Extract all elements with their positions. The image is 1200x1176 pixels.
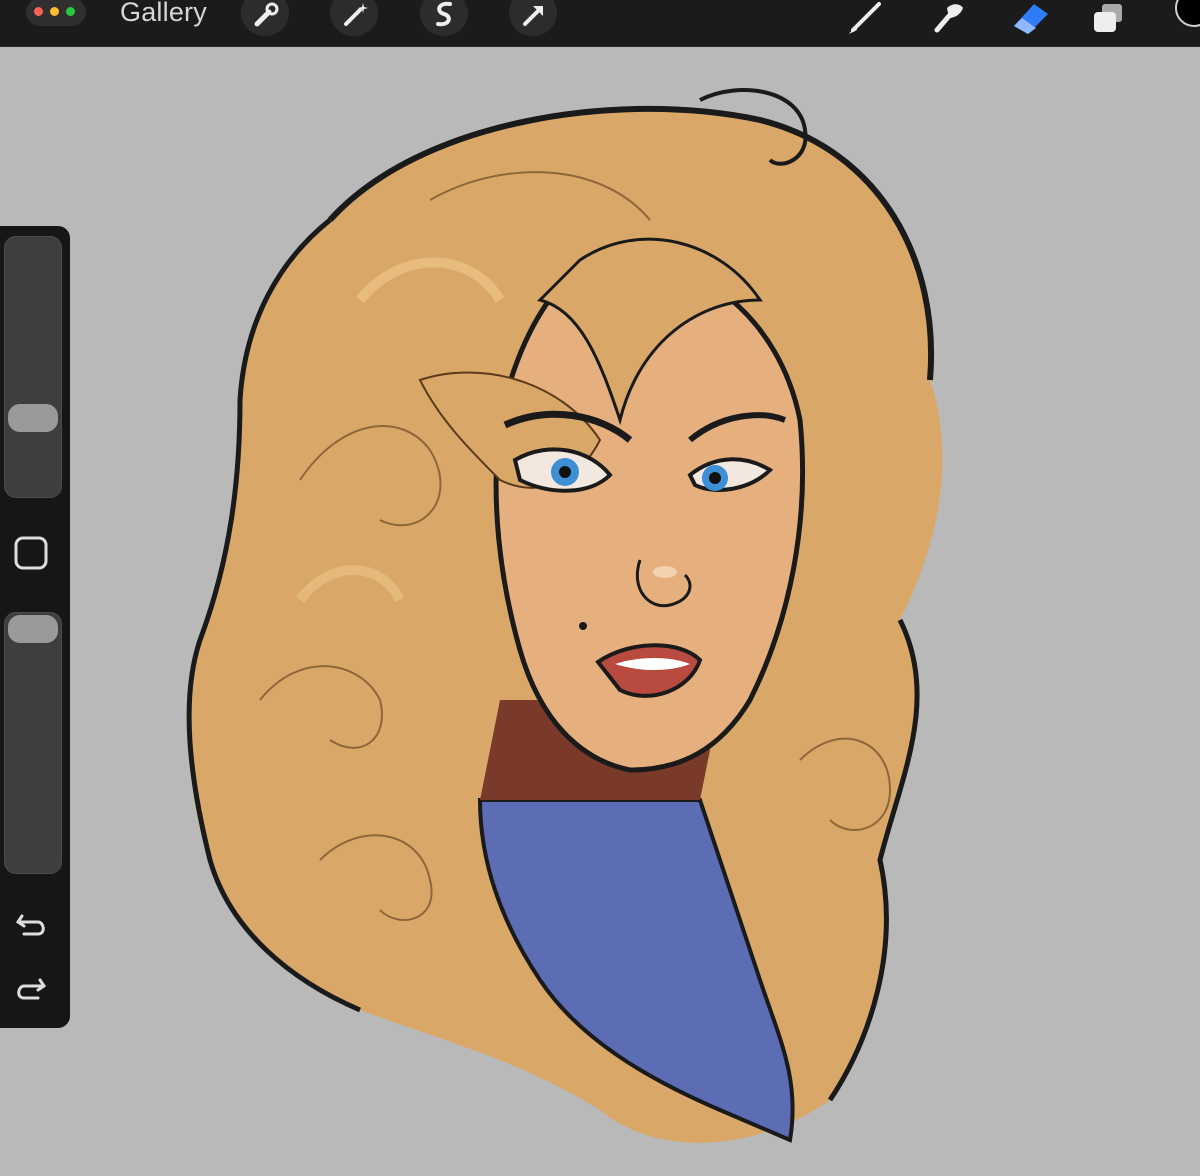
- left-sidebar: [0, 226, 70, 1028]
- eraser-icon: [1014, 4, 1048, 34]
- selection-s-icon: [436, 1, 452, 27]
- opacity-knob[interactable]: [8, 615, 58, 643]
- selection-button[interactable]: [420, 0, 468, 36]
- layers-icon: [1094, 4, 1122, 32]
- transform-button[interactable]: [509, 0, 557, 36]
- transform-arrow-icon: [523, 6, 543, 26]
- brush-size-slider[interactable]: [4, 236, 62, 498]
- undo-button[interactable]: [12, 904, 52, 944]
- layers-button[interactable]: [1086, 0, 1134, 36]
- opacity-slider[interactable]: [4, 612, 62, 874]
- brush-icon: [849, 2, 881, 34]
- smudge-button[interactable]: [925, 0, 973, 36]
- smudge-icon: [934, 4, 963, 33]
- color-icon: [1175, 0, 1200, 27]
- actions-button[interactable]: [241, 0, 289, 36]
- gallery-button[interactable]: Gallery: [120, 0, 207, 28]
- zoom-dot[interactable]: [66, 7, 75, 16]
- window-controls[interactable]: [26, 0, 86, 26]
- redo-icon: [17, 978, 47, 1000]
- top-toolbar: Gallery: [0, 0, 1200, 47]
- redo-button[interactable]: [12, 968, 52, 1008]
- drawing-canvas[interactable]: [0, 46, 1200, 1176]
- undo-icon: [15, 914, 45, 936]
- modify-button[interactable]: [12, 533, 52, 573]
- brush-button[interactable]: [843, 0, 891, 36]
- magic-wand-icon: [344, 3, 368, 26]
- brush-size-knob[interactable]: [8, 404, 58, 432]
- square-modify-icon: [14, 536, 48, 570]
- color-button[interactable]: [1158, 0, 1200, 36]
- wrench-icon: [254, 2, 279, 27]
- minimize-dot[interactable]: [50, 7, 59, 16]
- close-dot[interactable]: [34, 7, 43, 16]
- eraser-button[interactable]: [1006, 0, 1054, 36]
- adjustments-button[interactable]: [330, 0, 378, 36]
